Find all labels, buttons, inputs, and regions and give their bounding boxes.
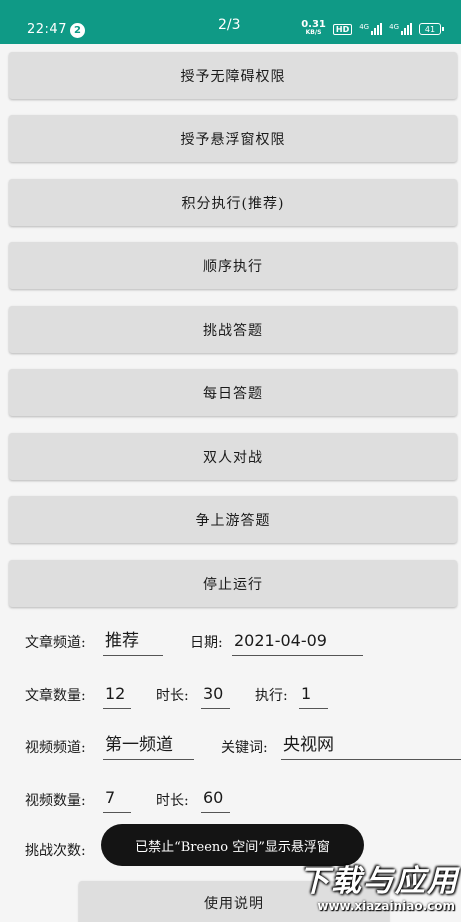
article-count-label: 文章数量:: [25, 688, 86, 704]
page-indicator: 2/3: [218, 17, 241, 33]
video-count-input[interactable]: 7: [103, 785, 131, 813]
status-icons: 0.31 KB/S HD 4G 4G 41: [301, 19, 444, 37]
video-count-label: 视频数量:: [25, 793, 86, 809]
daily-quiz-button[interactable]: 每日答题: [9, 369, 457, 416]
video-channel-input[interactable]: 第一频道: [103, 732, 194, 760]
date-label: 日期:: [190, 635, 223, 651]
challenge-quiz-button[interactable]: 挑战答题: [9, 306, 457, 353]
article-count-input[interactable]: 12: [103, 681, 131, 709]
watermark-main-text: 下载与应用: [299, 864, 459, 899]
video-duration-input[interactable]: 60: [201, 785, 230, 813]
status-bar: 22:47 2 2/3 0.31 KB/S HD 4G 4G 41: [0, 0, 461, 44]
execute-input[interactable]: 1: [299, 681, 328, 709]
sim2-network-label: 4G: [389, 23, 399, 31]
challenge-count-label: 挑战次数:: [25, 843, 86, 859]
status-time: 22:47: [27, 22, 67, 37]
stop-running-button[interactable]: 停止运行: [9, 560, 457, 607]
sim1-network-label: 4G: [359, 23, 370, 31]
battery-icon: 41: [419, 23, 444, 35]
article-channel-input[interactable]: 推荐: [103, 628, 163, 656]
network-speed-unit: KB/S: [305, 29, 322, 36]
hd-voice-icon: HD: [332, 23, 353, 35]
compete-quiz-button[interactable]: 争上游答题: [9, 496, 457, 543]
sequential-execute-button[interactable]: 顺序执行: [9, 242, 457, 289]
keyword-input[interactable]: 央视网: [281, 732, 461, 760]
signal-sim1-icon: 4G: [359, 23, 383, 35]
duration-input[interactable]: 30: [201, 681, 230, 709]
network-speed: 0.31 KB/S: [301, 19, 326, 37]
keyword-label: 关键词:: [221, 740, 268, 756]
points-execute-button[interactable]: 积分执行(推荐): [9, 179, 457, 226]
signal-sim2-icon: 4G: [389, 23, 412, 35]
date-input[interactable]: 2021-04-09: [232, 628, 363, 656]
grant-overlay-button[interactable]: 授予悬浮窗权限: [9, 115, 457, 162]
grant-accessibility-button[interactable]: 授予无障碍权限: [9, 52, 457, 99]
video-channel-label: 视频频道:: [25, 740, 86, 756]
video-duration-label: 时长:: [156, 793, 189, 809]
two-player-battle-button[interactable]: 双人对战: [9, 433, 457, 480]
network-speed-value: 0.31: [301, 19, 326, 30]
watermark-logo: 下载与应用 www.xiazainiao.com: [275, 858, 459, 920]
duration-label: 时长:: [156, 688, 189, 704]
watermark-url-text: www.xiazainiao.com: [317, 899, 455, 913]
execute-label: 执行:: [255, 688, 288, 704]
notification-badge: 2: [70, 23, 85, 38]
article-channel-label: 文章频道:: [25, 635, 86, 651]
